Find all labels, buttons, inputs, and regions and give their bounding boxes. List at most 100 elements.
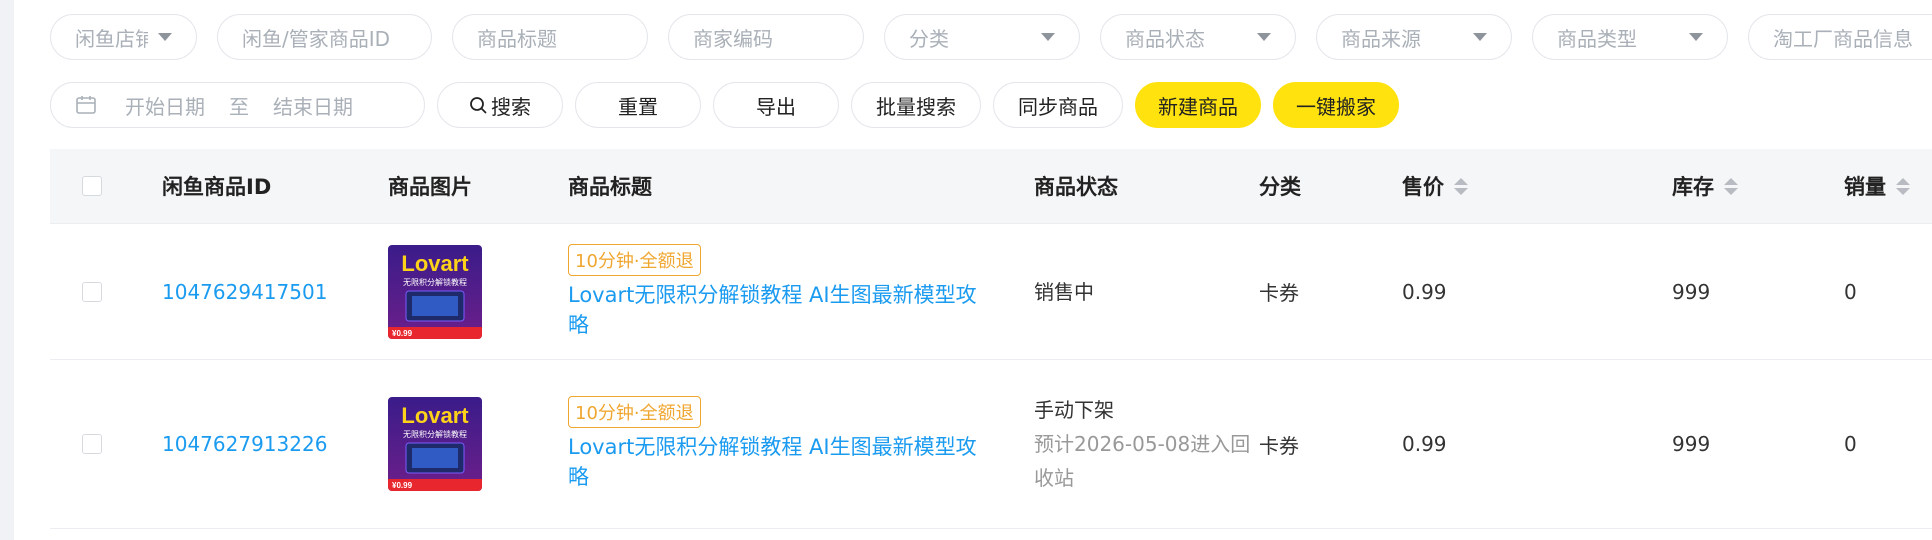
thumbnail-price: ¥0.99 <box>392 481 413 490</box>
merchant-code-placeholder: 商家编码 <box>693 26 773 51</box>
header-sales-label: 销量 <box>1844 175 1886 199</box>
move-button-label: 一键搬家 <box>1296 94 1376 119</box>
item-id-link[interactable]: 1047627913226 <box>162 360 327 528</box>
batch-search-button[interactable]: 批量搜索 <box>851 82 981 128</box>
sort-icon[interactable] <box>1896 177 1910 195</box>
header-image: 商品图片 <box>388 175 472 199</box>
title-input[interactable]: 商品标题 <box>452 14 648 60</box>
item-title-link[interactable]: Lovart无限积分解锁教程 AI生图最新模型攻略 <box>568 432 988 492</box>
export-button-label: 导出 <box>756 94 796 119</box>
product-thumbnail[interactable]: Lovart 无限积分解锁教程 ¥0.99 <box>388 397 482 491</box>
search-button-label: 搜索 <box>491 94 531 119</box>
status-text: 手动下架 <box>1034 398 1114 422</box>
title-cell: 10分钟·全额退 Lovart无限积分解锁教程 AI生图最新模型攻略 <box>568 224 988 359</box>
status-cell: 手动下架 预计2026-05-08进入回收站 <box>1034 360 1259 528</box>
thumbnail-subtitle: 无限积分解锁教程 <box>403 277 467 287</box>
title-placeholder: 商品标题 <box>477 26 557 51</box>
header-category: 分类 <box>1259 175 1301 199</box>
chevron-down-icon <box>1689 33 1703 41</box>
item-id-input[interactable]: 闲鱼/管家商品ID <box>217 14 432 60</box>
move-button[interactable]: 一键搬家 <box>1273 82 1399 128</box>
category-cell: 卡券 <box>1259 281 1299 305</box>
status-subtext: 预计2026-05-08进入回收站 <box>1034 432 1251 490</box>
thumbnail-brand: Lovart <box>401 251 469 276</box>
calendar-icon <box>75 94 97 116</box>
image-cell: Lovart 无限积分解锁教程 ¥0.99 <box>388 360 482 528</box>
chevron-down-icon <box>1257 33 1271 41</box>
table-row: 1047629417501 Lovart 无限积分解锁教程 ¥0.99 10分钟… <box>50 224 1932 360</box>
source-select[interactable]: 商品来源 <box>1316 14 1512 60</box>
table-row: 1047627913226 Lovart 无限积分解锁教程 ¥0.99 10分钟… <box>50 360 1932 529</box>
search-button[interactable]: 搜索 <box>437 82 563 128</box>
filter-row: 闲鱼店铺 闲鱼/管家商品ID 商品标题 商家编码 分类 商品状态 商品来源 商品… <box>50 14 1932 60</box>
header-title: 商品标题 <box>568 175 652 199</box>
row-select-cell <box>82 360 102 528</box>
sort-icon[interactable] <box>1724 177 1738 195</box>
item-table: 闲鱼商品ID 商品图片 商品标题 商品状态 分类 售价 库存 销量 104762… <box>50 149 1932 529</box>
price-cell: 0.99 <box>1402 279 1447 304</box>
sales-cell: 0 <box>1844 432 1857 456</box>
row-checkbox[interactable] <box>82 281 102 302</box>
type-select[interactable]: 商品类型 <box>1532 14 1728 60</box>
thumbnail-subtitle: 无限积分解锁教程 <box>403 429 467 439</box>
taogongchang-input[interactable]: 淘工厂商品信息 <box>1748 14 1932 60</box>
start-date-placeholder[interactable]: 开始日期 <box>125 91 205 120</box>
header-price-label: 售价 <box>1402 175 1444 199</box>
date-separator: 至 <box>229 94 249 119</box>
image-cell: Lovart 无限积分解锁教程 ¥0.99 <box>388 224 482 359</box>
search-icon <box>469 96 487 114</box>
category-select[interactable]: 分类 <box>884 14 1080 60</box>
refund-tag: 10分钟·全额退 <box>568 396 701 428</box>
new-item-button-label: 新建商品 <box>1158 94 1238 119</box>
thumbnail-price: ¥0.99 <box>392 329 413 338</box>
refund-tag: 10分钟·全额退 <box>568 243 701 276</box>
item-id-placeholder: 闲鱼/管家商品ID <box>242 26 391 51</box>
action-row: 开始日期 至 结束日期 搜索 重置 导出 批量搜索 同步商品 新建商品 一键搬家 <box>50 82 1399 128</box>
header-stock[interactable]: 库存 <box>1672 149 1738 223</box>
item-id-link[interactable]: 1047629417501 <box>162 224 327 359</box>
content-panel: 闲鱼店铺 闲鱼/管家商品ID 商品标题 商家编码 分类 商品状态 商品来源 商品… <box>14 0 1932 540</box>
category-select-placeholder: 分类 <box>909 26 949 51</box>
header-stock-label: 库存 <box>1672 175 1714 199</box>
title-cell: 10分钟·全额退 Lovart无限积分解锁教程 AI生图最新模型攻略 <box>568 360 988 528</box>
price-cell: 0.99 <box>1402 432 1447 456</box>
item-title-link[interactable]: Lovart无限积分解锁教程 AI生图最新模型攻略 <box>568 280 988 340</box>
sort-icon[interactable] <box>1454 177 1468 195</box>
export-button[interactable]: 导出 <box>713 82 839 128</box>
date-range-picker[interactable]: 开始日期 至 结束日期 <box>50 82 425 128</box>
status-select[interactable]: 商品状态 <box>1100 14 1296 60</box>
select-all-cell <box>82 149 102 223</box>
chevron-down-icon <box>1473 33 1487 41</box>
source-select-placeholder: 商品来源 <box>1341 26 1421 51</box>
chevron-down-icon <box>1041 33 1055 41</box>
thumbnail-brand: Lovart <box>401 403 469 428</box>
type-select-placeholder: 商品类型 <box>1557 26 1637 51</box>
new-item-button[interactable]: 新建商品 <box>1135 82 1261 128</box>
stock-cell: 999 <box>1672 279 1711 304</box>
sync-button-label: 同步商品 <box>1018 94 1098 119</box>
status-select-placeholder: 商品状态 <box>1125 26 1205 51</box>
header-status: 商品状态 <box>1034 175 1118 199</box>
row-checkbox[interactable] <box>82 434 102 454</box>
sales-cell: 0 <box>1844 279 1857 304</box>
reset-button[interactable]: 重置 <box>575 82 701 128</box>
header-price[interactable]: 售价 <box>1402 149 1468 223</box>
taogongchang-placeholder: 淘工厂商品信息 <box>1773 26 1913 51</box>
category-cell: 卡券 <box>1259 433 1299 458</box>
header-sales[interactable]: 销量 <box>1844 149 1910 223</box>
table-header: 闲鱼商品ID 商品图片 商品标题 商品状态 分类 售价 库存 销量 <box>50 149 1932 224</box>
reset-button-label: 重置 <box>618 94 658 119</box>
shop-select-placeholder: 闲鱼店铺 <box>75 26 148 51</box>
batch-search-button-label: 批量搜索 <box>876 94 956 119</box>
end-date-placeholder[interactable]: 结束日期 <box>273 91 353 120</box>
status-cell: 销售中 <box>1034 224 1259 359</box>
row-select-cell <box>82 224 102 359</box>
select-all-checkbox[interactable] <box>82 176 102 196</box>
status-text: 销售中 <box>1034 279 1094 304</box>
stock-cell: 999 <box>1672 432 1711 456</box>
merchant-code-input[interactable]: 商家编码 <box>668 14 864 60</box>
product-thumbnail[interactable]: Lovart 无限积分解锁教程 ¥0.99 <box>388 244 482 339</box>
sync-button[interactable]: 同步商品 <box>993 82 1123 128</box>
shop-select[interactable]: 闲鱼店铺 <box>50 14 197 60</box>
header-id: 闲鱼商品ID <box>162 175 272 199</box>
